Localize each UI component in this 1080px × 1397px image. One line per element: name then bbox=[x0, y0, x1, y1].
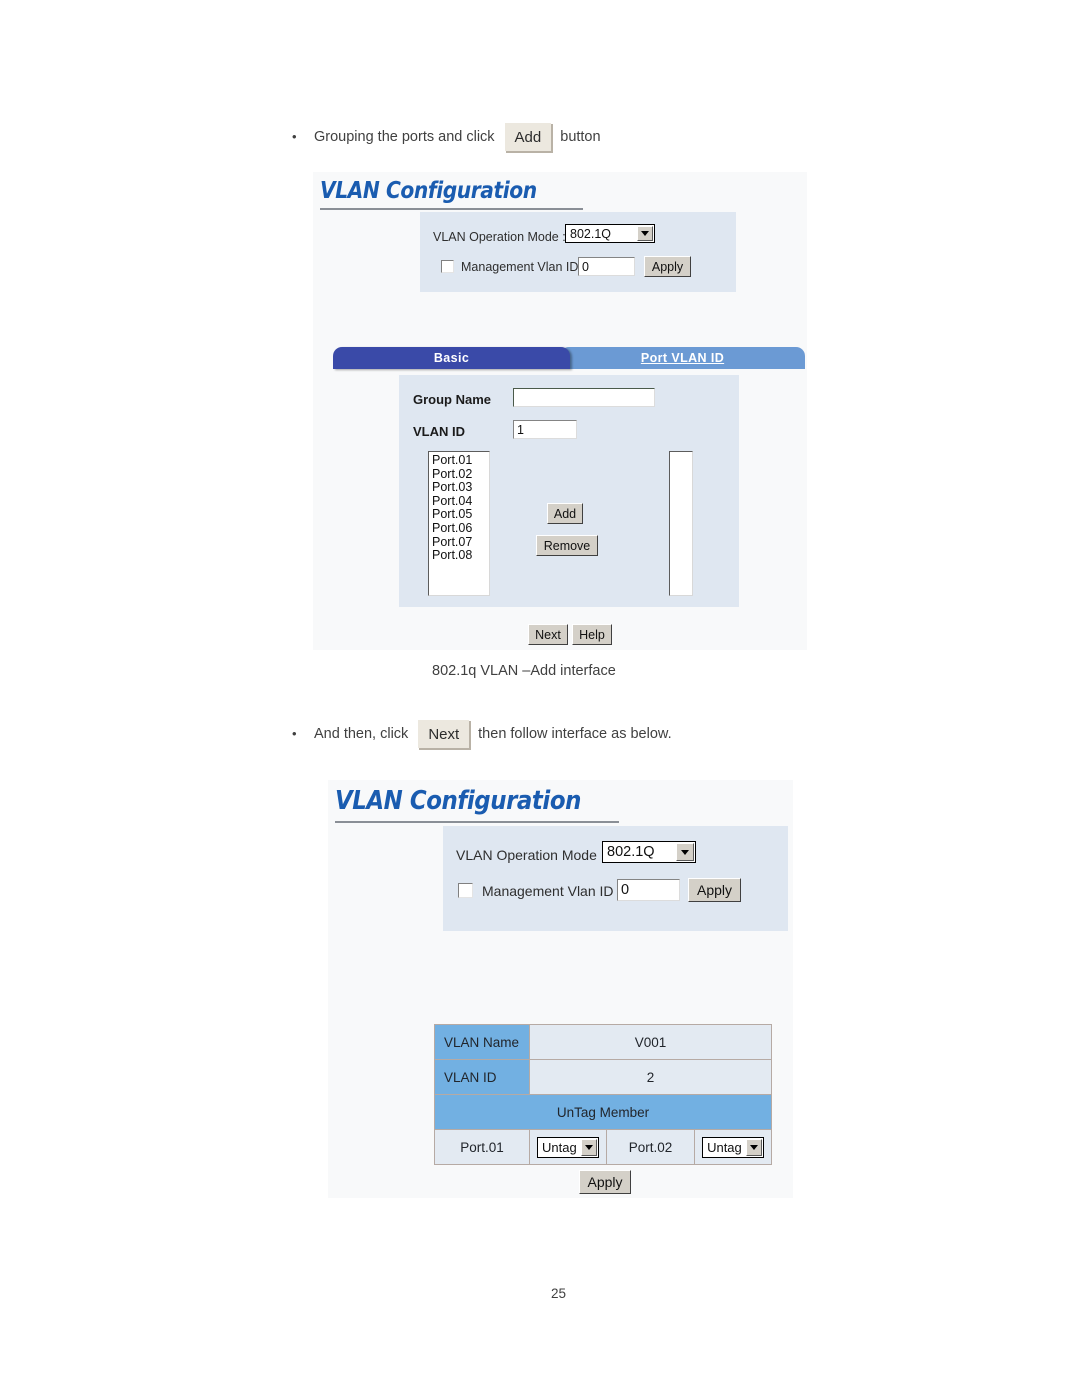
member-tag-select-1[interactable]: Untag bbox=[537, 1136, 599, 1158]
operation-mode-value-member: 802.1Q bbox=[607, 844, 655, 860]
chevron-down-icon[interactable] bbox=[746, 1138, 763, 1156]
vlan-id-input[interactable]: 1 bbox=[513, 420, 577, 439]
bullet-marker: • bbox=[292, 129, 297, 144]
title-underline-add bbox=[320, 208, 583, 210]
list-item[interactable]: Port.06 bbox=[432, 521, 489, 536]
tab-port-vlan-id-label: Port VLAN ID bbox=[640, 351, 725, 365]
panel-title-add: VLAN Configuration bbox=[320, 178, 537, 204]
operation-mode-box-member: VLAN Operation Mode : 802.1Q Management … bbox=[443, 826, 788, 931]
instruction-text-after: button bbox=[560, 128, 601, 145]
operation-mode-select-add[interactable]: 802.1Q bbox=[565, 224, 655, 243]
basic-form-box: Group Name VLAN ID 1 Port.01 Port.02 Por… bbox=[399, 375, 739, 607]
vlan-id-value: 2 bbox=[529, 1059, 772, 1095]
list-item[interactable]: Port.03 bbox=[432, 481, 489, 495]
vlan-name-value: V001 bbox=[529, 1024, 772, 1060]
list-item[interactable]: Port.04 bbox=[432, 494, 489, 509]
chevron-down-icon[interactable] bbox=[581, 1138, 597, 1156]
management-vlan-value-add: 0 bbox=[582, 259, 589, 274]
table-row-vlan-id: VLAN ID 2 bbox=[433, 1059, 772, 1095]
member-tag-cell-1: Untag bbox=[529, 1129, 607, 1165]
tab-basic-label: Basic bbox=[433, 351, 470, 365]
member-port-2: Port.02 bbox=[605, 1129, 696, 1165]
management-vlan-label-member: Management Vlan ID : bbox=[482, 883, 622, 899]
management-vlan-apply-button-member[interactable]: Apply bbox=[688, 878, 741, 902]
vlan-name-header: VLAN Name bbox=[433, 1024, 531, 1060]
vlan-id-value: 1 bbox=[517, 422, 524, 437]
vlan-member-table: VLAN Name V001 VLAN ID 2 UnTag Member Po… bbox=[433, 1024, 772, 1165]
instruction-text-after: then follow interface as below. bbox=[478, 725, 672, 742]
tab-basic[interactable]: Basic bbox=[333, 347, 570, 369]
operation-mode-select-member[interactable]: 802.1Q bbox=[602, 841, 696, 863]
chevron-down-icon[interactable] bbox=[676, 843, 694, 861]
help-button[interactable]: Help bbox=[572, 624, 612, 645]
vlan-id-label: VLAN ID bbox=[413, 424, 465, 439]
bullet-marker: • bbox=[292, 726, 297, 741]
member-tag-value-2: Untag bbox=[707, 1139, 742, 1155]
member-tag-select-2[interactable]: Untag bbox=[702, 1136, 765, 1158]
figure-caption: 802.1q VLAN –Add interface bbox=[432, 663, 616, 679]
list-item[interactable]: Port.08 bbox=[432, 549, 489, 563]
inline-add-button[interactable]: Add bbox=[503, 122, 552, 151]
list-item[interactable]: Port.02 bbox=[432, 467, 489, 482]
management-vlan-checkbox-add[interactable] bbox=[441, 260, 454, 273]
member-tag-cell-2: Untag bbox=[694, 1129, 772, 1165]
operation-mode-value-add: 802.1Q bbox=[570, 226, 612, 241]
instruction-text-before: And then, click bbox=[314, 725, 409, 742]
instruction-line-add: • Grouping the ports and click Add butto… bbox=[292, 122, 601, 151]
list-item[interactable]: Port.05 bbox=[432, 508, 489, 522]
vlan-tabbar: Basic Port VLAN ID bbox=[333, 347, 805, 369]
available-ports-listbox[interactable]: Port.01 Port.02 Port.03 Port.04 Port.05 … bbox=[428, 451, 490, 596]
untag-member-header: UnTag Member bbox=[434, 1094, 772, 1130]
remove-port-button[interactable]: Remove bbox=[536, 535, 598, 556]
vlan-configuration-panel-add: VLAN Configuration VLAN Operation Mode :… bbox=[313, 172, 807, 650]
add-port-button[interactable]: Add bbox=[547, 503, 583, 524]
table-row-untag-member-header: UnTag Member bbox=[434, 1094, 772, 1130]
instruction-text-before: Grouping the ports and click bbox=[314, 128, 495, 145]
group-name-input[interactable] bbox=[513, 388, 655, 407]
operation-mode-box-add: VLAN Operation Mode : 802.1Q Management … bbox=[420, 212, 736, 292]
member-port-1: Port.01 bbox=[433, 1129, 531, 1165]
member-tag-value-1: Untag bbox=[542, 1139, 577, 1155]
tab-port-vlan-id[interactable]: Port VLAN ID bbox=[560, 347, 805, 369]
instruction-line-next: • And then, click Next then follow inter… bbox=[292, 719, 672, 748]
management-vlan-input-member[interactable]: 0 bbox=[617, 879, 680, 901]
management-vlan-checkbox-member[interactable] bbox=[458, 883, 473, 898]
management-vlan-apply-button-add[interactable]: Apply bbox=[644, 256, 691, 277]
vlan-id-header: VLAN ID bbox=[433, 1059, 531, 1095]
next-button[interactable]: Next bbox=[528, 624, 568, 645]
operation-mode-label-add: VLAN Operation Mode : bbox=[433, 230, 566, 244]
table-row-members: Port.01 Untag Port.02 Untag bbox=[433, 1129, 772, 1165]
apply-button-member[interactable]: Apply bbox=[579, 1170, 631, 1194]
table-row-vlan-name: VLAN Name V001 bbox=[433, 1024, 772, 1060]
title-underline-member bbox=[335, 821, 619, 823]
group-name-label: Group Name bbox=[413, 392, 492, 407]
panel-title-member: VLAN Configuration bbox=[335, 786, 581, 816]
chevron-down-icon[interactable] bbox=[637, 226, 653, 241]
management-vlan-value-member: 0 bbox=[621, 882, 630, 898]
list-item[interactable]: Port.01 bbox=[432, 453, 489, 468]
inline-next-button[interactable]: Next bbox=[417, 719, 470, 748]
management-vlan-label-add: Management Vlan ID : bbox=[461, 260, 586, 274]
page-number: 25 bbox=[551, 1286, 567, 1301]
vlan-configuration-panel-member: VLAN Configuration VLAN Operation Mode :… bbox=[328, 780, 793, 1198]
selected-ports-listbox[interactable] bbox=[669, 451, 693, 596]
management-vlan-input-add[interactable]: 0 bbox=[578, 257, 635, 276]
operation-mode-label-member: VLAN Operation Mode : bbox=[456, 847, 605, 863]
list-item[interactable]: Port.07 bbox=[432, 535, 489, 550]
